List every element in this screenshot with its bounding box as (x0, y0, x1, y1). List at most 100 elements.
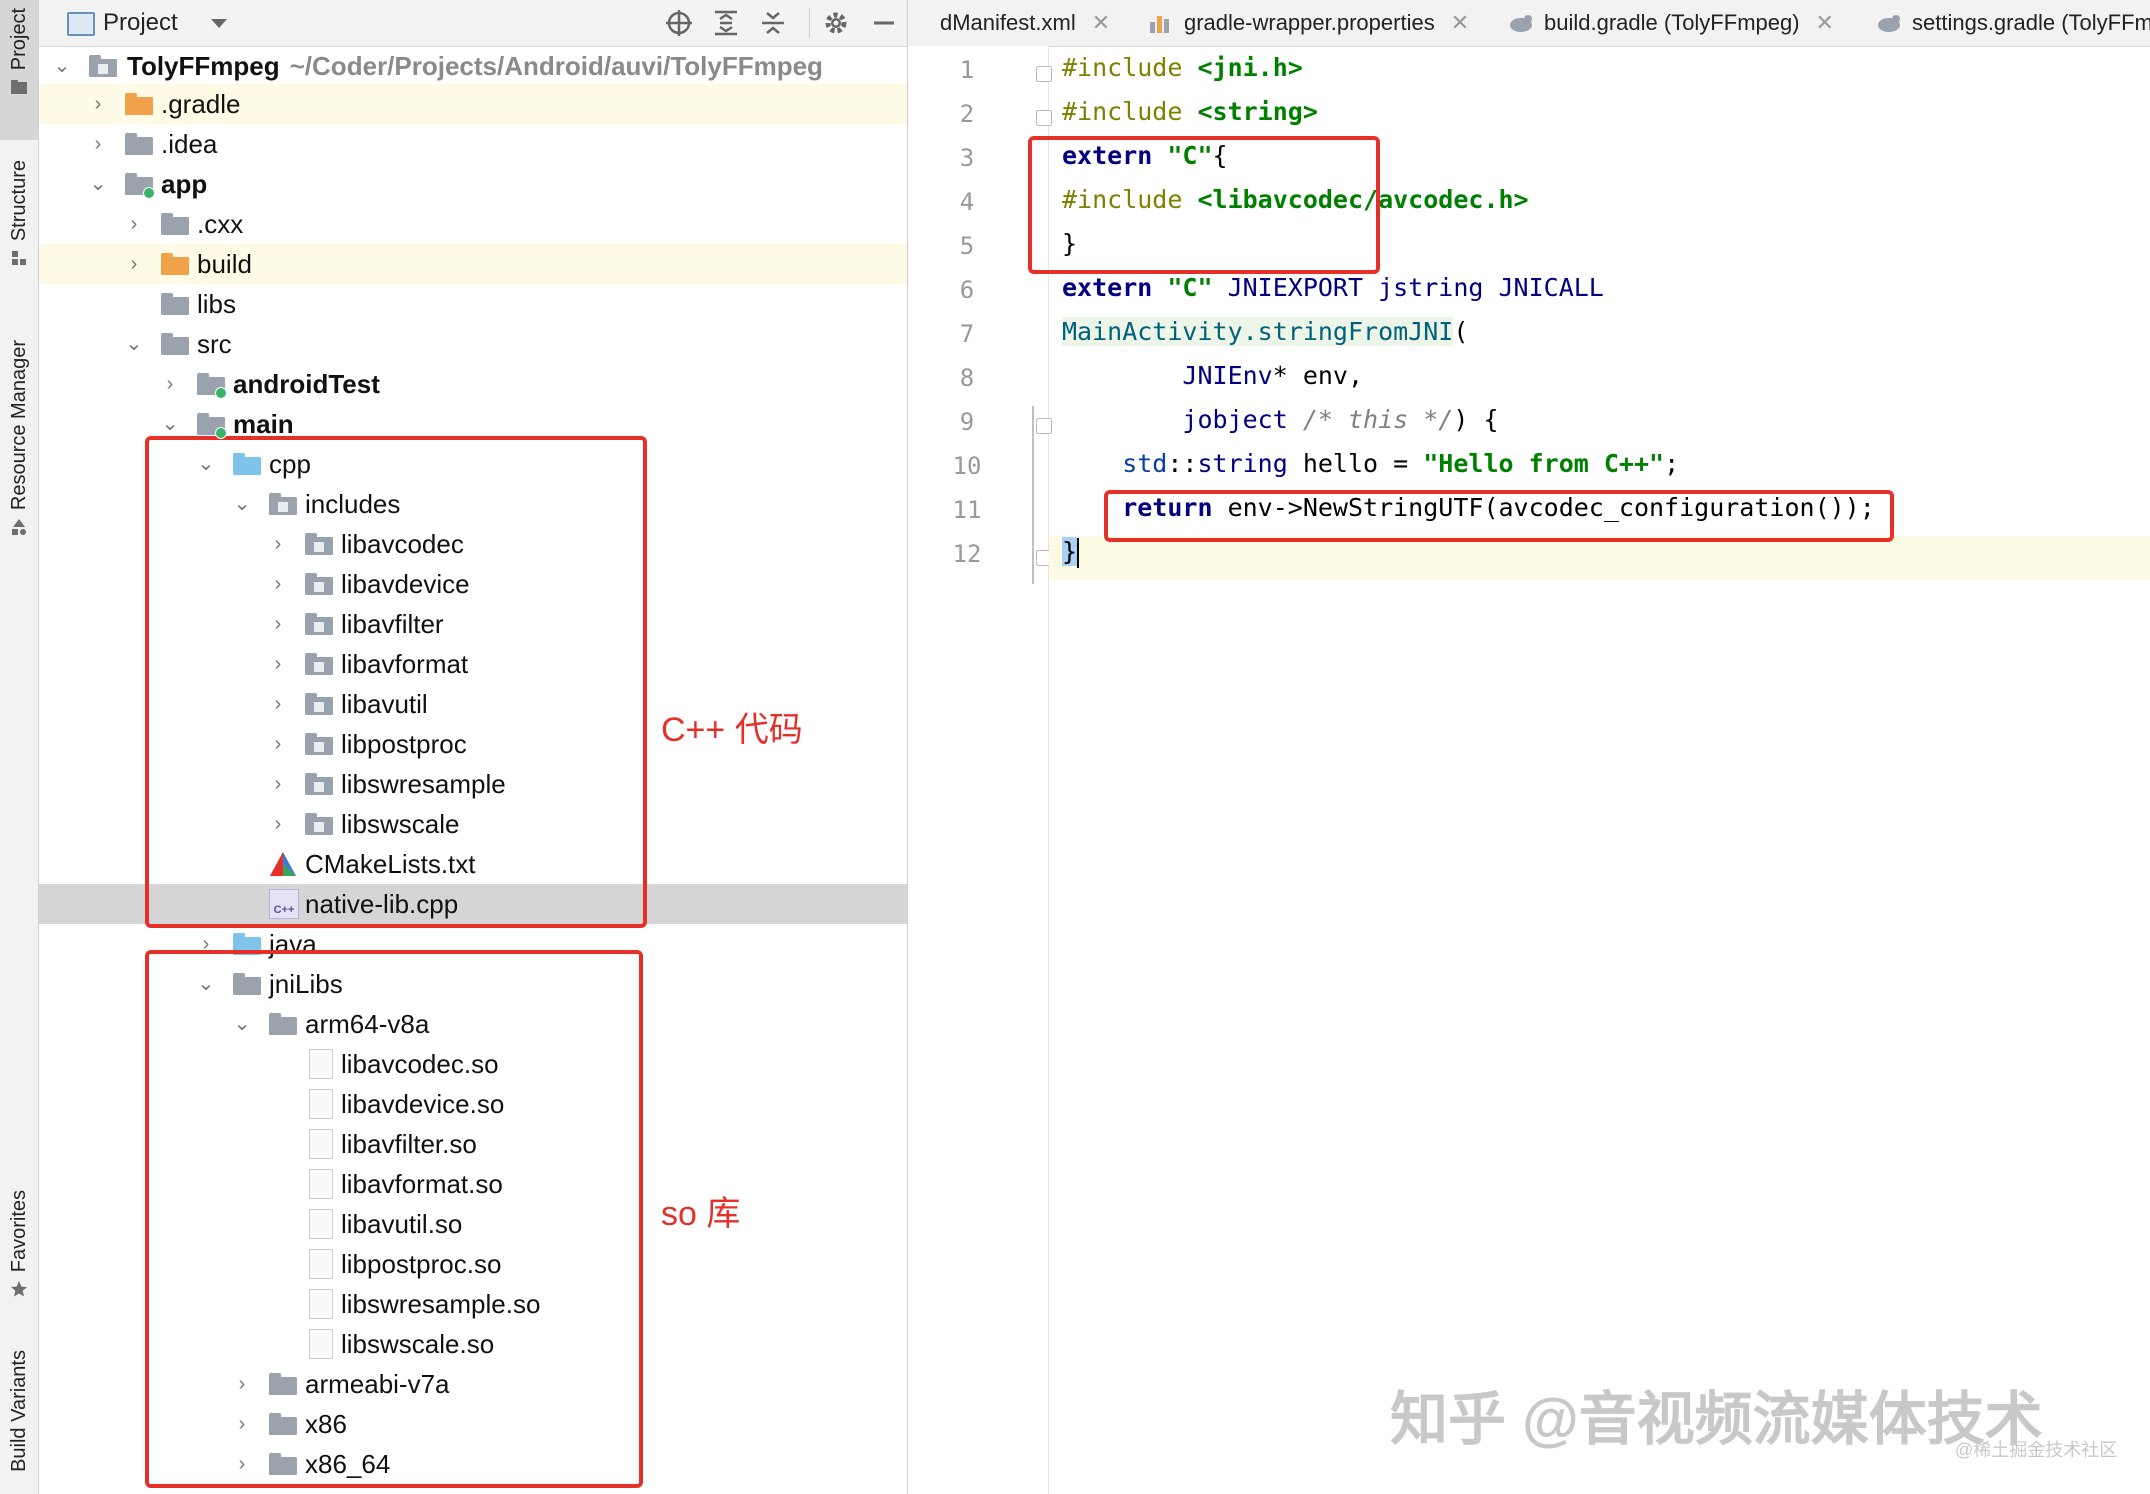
tree-label: .gradle (161, 88, 241, 119)
tree-label: src (197, 328, 232, 359)
folder-icon (161, 333, 189, 355)
tree-label: .idea (161, 128, 218, 159)
scope-guide (1032, 406, 1034, 584)
tab-label: build.gradle (TolyFFmpeg) (1544, 10, 1800, 35)
watermark: 知乎 @音视频流媒体技术 (1390, 1387, 2043, 1452)
tab-manifest[interactable]: dManifest.xml ✕ (940, 0, 1110, 46)
folder-icon (161, 253, 189, 275)
chevron-right-icon[interactable]: › (125, 214, 143, 234)
project-path: ~/Coder/Projects/Android/auvi/TolyFFmpeg (289, 50, 823, 81)
tool-window-strip: Project Structure Resource Manager Favor… (0, 0, 39, 1494)
tree-label: .cxx (197, 208, 244, 239)
chevron-right-icon[interactable]: › (89, 94, 107, 114)
locate-icon[interactable] (664, 8, 694, 38)
chevron-down-icon[interactable] (211, 19, 227, 28)
fold-marker[interactable] (1036, 66, 1052, 82)
gradle-icon (1510, 15, 1532, 32)
line-number: 11 (952, 496, 982, 524)
folder-icon (161, 213, 189, 235)
tree-label: TolyFFmpeg ~/Coder/Projects/Android/auvi/… (127, 50, 823, 81)
tree-label: main (233, 408, 294, 439)
tree-label: build (197, 248, 252, 279)
extern-c-highlight-box (1028, 136, 1380, 274)
fold-marker[interactable] (1036, 418, 1052, 434)
code-line-2: #include <string> (1062, 97, 1318, 126)
tree-row-cxx[interactable]: › .cxx (39, 204, 907, 244)
code-line-1: #include <jni.h> (1062, 53, 1303, 82)
project-toolbar: Project (39, 0, 907, 47)
tab-settings-gradle[interactable]: settings.gradle (TolyFFm (1876, 0, 2150, 46)
watermark-small: @稀土掘金技术社区 (1955, 1440, 2118, 1460)
tab-favorites-label: Favorites (7, 1190, 30, 1273)
so-annotation: so 库 (661, 1195, 741, 1233)
line-number: 9 (959, 408, 975, 436)
code-line-9: jobject /* this */) { (1062, 405, 1499, 434)
tab-build-variants-label: Build Variants (7, 1350, 30, 1472)
line-number: 3 (959, 144, 975, 172)
source-folder-icon (197, 413, 227, 439)
tab-project-label: Project (7, 8, 30, 71)
tree-row-app[interactable]: ⌄ app (39, 164, 907, 204)
tree-row-root[interactable]: ⌄ TolyFFmpeg ~/Coder/Projects/Android/auv… (39, 46, 907, 86)
text-cursor (1077, 538, 1080, 568)
line-number: 12 (952, 540, 982, 568)
chevron-down-icon[interactable]: ⌄ (53, 56, 71, 76)
tab-project[interactable]: Project (0, 0, 38, 140)
tab-favorites[interactable]: Favorites (0, 1180, 38, 1320)
chevron-down-icon[interactable]: ⌄ (89, 174, 107, 194)
gear-icon[interactable] (821, 8, 851, 38)
chevron-right-icon[interactable]: › (89, 134, 107, 154)
code-editor: dManifest.xml ✕ gradle-wrapper.propertie… (908, 0, 2150, 1494)
tree-row-libs[interactable]: libs (39, 284, 907, 324)
module-folder-icon (89, 55, 117, 77)
star-icon (11, 1281, 27, 1297)
current-line-highlight (1049, 536, 2150, 580)
gradle-icon (1878, 15, 1900, 32)
tree-label: androidTest (233, 368, 380, 399)
source-folder-icon (197, 373, 227, 399)
collapse-all-icon[interactable] (758, 8, 788, 38)
code-line-12: } (1062, 537, 1080, 568)
tab-label: settings.gradle (TolyFFm (1912, 10, 2150, 35)
tree-row-gradle[interactable]: › .gradle (39, 84, 907, 124)
structure-icon (12, 251, 26, 266)
chevron-right-icon[interactable]: › (125, 254, 143, 274)
cpp-annotation: C++ 代码 (661, 711, 803, 749)
folder-icon (161, 293, 189, 315)
tree-label: libs (197, 288, 237, 319)
tab-resource-manager[interactable]: Resource Manager (0, 330, 38, 570)
tree-row-androidtest[interactable]: › androidTest (39, 364, 907, 404)
line-number: 8 (959, 364, 975, 392)
chevron-down-icon[interactable]: ⌄ (161, 414, 179, 434)
hide-panel-icon[interactable] (869, 8, 899, 38)
line-number: 4 (959, 188, 975, 216)
project-panel: Project ⌄ TolyFFmpeg ~/Coder/Projects/And… (39, 0, 908, 1494)
line-number: 2 (959, 100, 975, 128)
folder-icon (125, 133, 153, 155)
chevron-down-icon[interactable]: ⌄ (125, 334, 143, 354)
tab-build-gradle[interactable]: build.gradle (TolyFFmpeg) ✕ (1508, 0, 1834, 46)
module-folder-icon (125, 173, 155, 199)
code-line-7: MainActivity.stringFromJNI( (1062, 317, 1469, 346)
tab-structure-label: Structure (7, 160, 30, 242)
folder-icon (11, 80, 27, 95)
tree-row-idea[interactable]: › .idea (39, 124, 907, 164)
close-icon[interactable]: ✕ (1451, 10, 1469, 36)
close-icon[interactable]: ✕ (1816, 10, 1834, 36)
chevron-right-icon[interactable]: › (161, 374, 179, 394)
tab-resource-manager-label: Resource Manager (7, 340, 30, 511)
tree-row-src[interactable]: ⌄ src (39, 324, 907, 364)
project-title[interactable]: Project (103, 9, 178, 37)
fold-marker[interactable] (1036, 110, 1052, 126)
tab-build-variants[interactable]: Build Variants (0, 1340, 38, 1494)
tab-structure[interactable]: Structure (0, 150, 38, 290)
tab-gradle-wrapper[interactable]: gradle-wrapper.properties ✕ (1148, 0, 1469, 46)
tab-label: gradle-wrapper.properties (1184, 10, 1435, 35)
line-number: 6 (959, 276, 975, 304)
resource-icon (12, 519, 26, 536)
close-icon[interactable]: ✕ (1092, 10, 1110, 36)
tree-row-build[interactable]: › build (39, 244, 907, 284)
expand-all-icon[interactable] (711, 8, 741, 38)
line-number: 5 (959, 232, 975, 260)
properties-file-icon (1150, 16, 1169, 33)
